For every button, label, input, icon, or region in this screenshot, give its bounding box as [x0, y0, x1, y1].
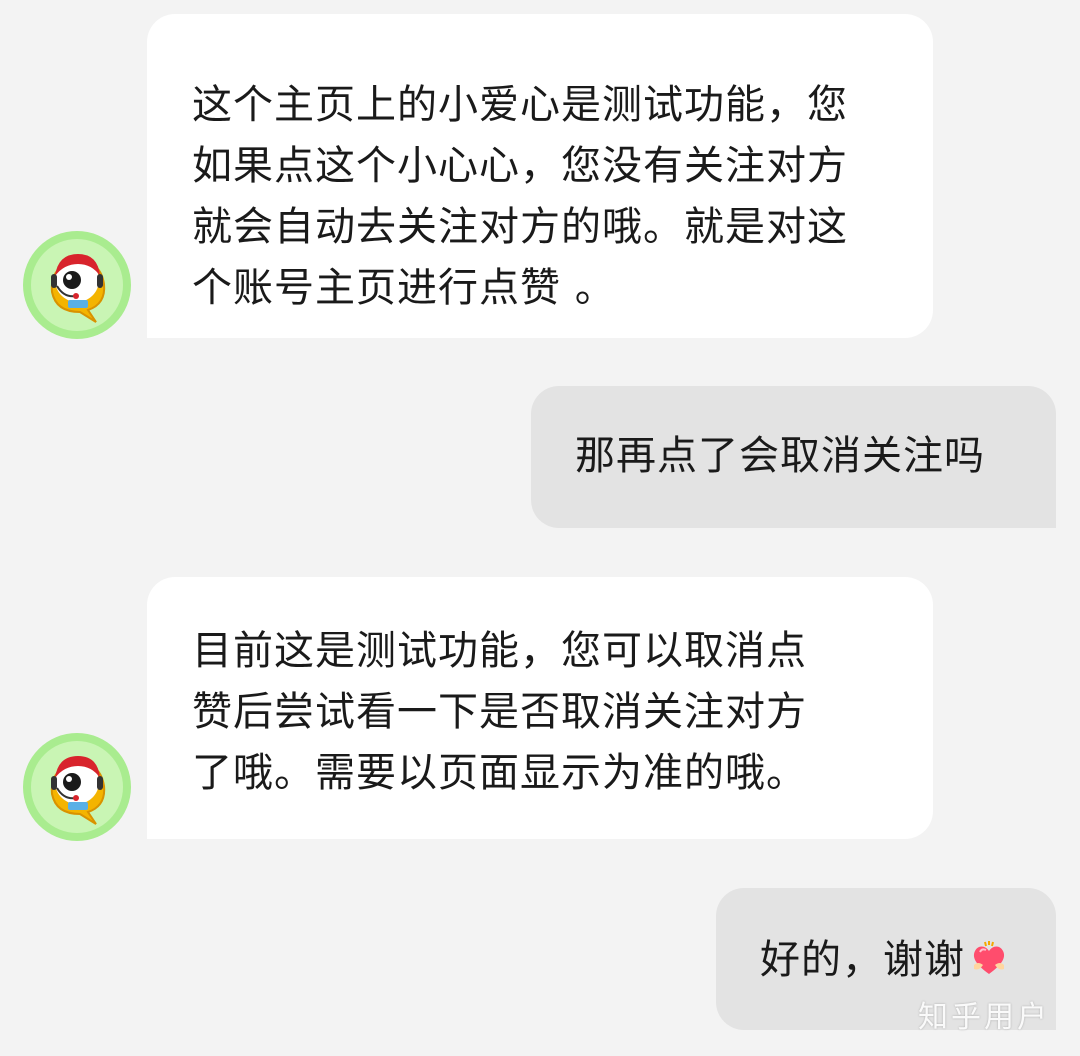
message-text-line: 这个主页上的小爱心是测试功能，您: [192, 82, 848, 128]
customer-service-mascot-icon: [23, 733, 131, 841]
message-text-line: 好的，谢谢: [760, 930, 1036, 997]
heart-emoji-icon: [969, 936, 1009, 997]
incoming-message-bubble[interactable]: 这个主页上的小爱心是测试功能，您 如果点这个小心心，您没有关注对方 就会自动去关…: [147, 14, 933, 338]
message-text-line: 赞后尝试看一下是否取消关注对方: [192, 689, 807, 735]
message-text-line: 就会自动去关注对方的哦。就是对这: [192, 204, 848, 250]
agent-avatar[interactable]: [22, 230, 132, 340]
message-text-line: 个账号主页进行点赞 。: [192, 265, 616, 311]
message-text-line: 目前这是测试功能，您可以取消点: [192, 628, 807, 674]
message-text: 好的，谢谢: [760, 937, 965, 983]
incoming-message-bubble[interactable]: 目前这是测试功能，您可以取消点 赞后尝试看一下是否取消关注对方 了哦。需要以页面…: [147, 577, 933, 839]
message-text-line: 如果点这个小心心，您没有关注对方: [192, 143, 848, 189]
outgoing-message-bubble[interactable]: 那再点了会取消关注吗: [531, 386, 1056, 528]
agent-avatar[interactable]: [22, 732, 132, 842]
message-text-line: 了哦。需要以页面显示为准的哦。: [192, 750, 807, 796]
customer-service-mascot-icon: [23, 231, 131, 339]
watermark: 知乎用户: [918, 1000, 1050, 1035]
message-text-line: 那再点了会取消关注吗: [575, 433, 985, 479]
